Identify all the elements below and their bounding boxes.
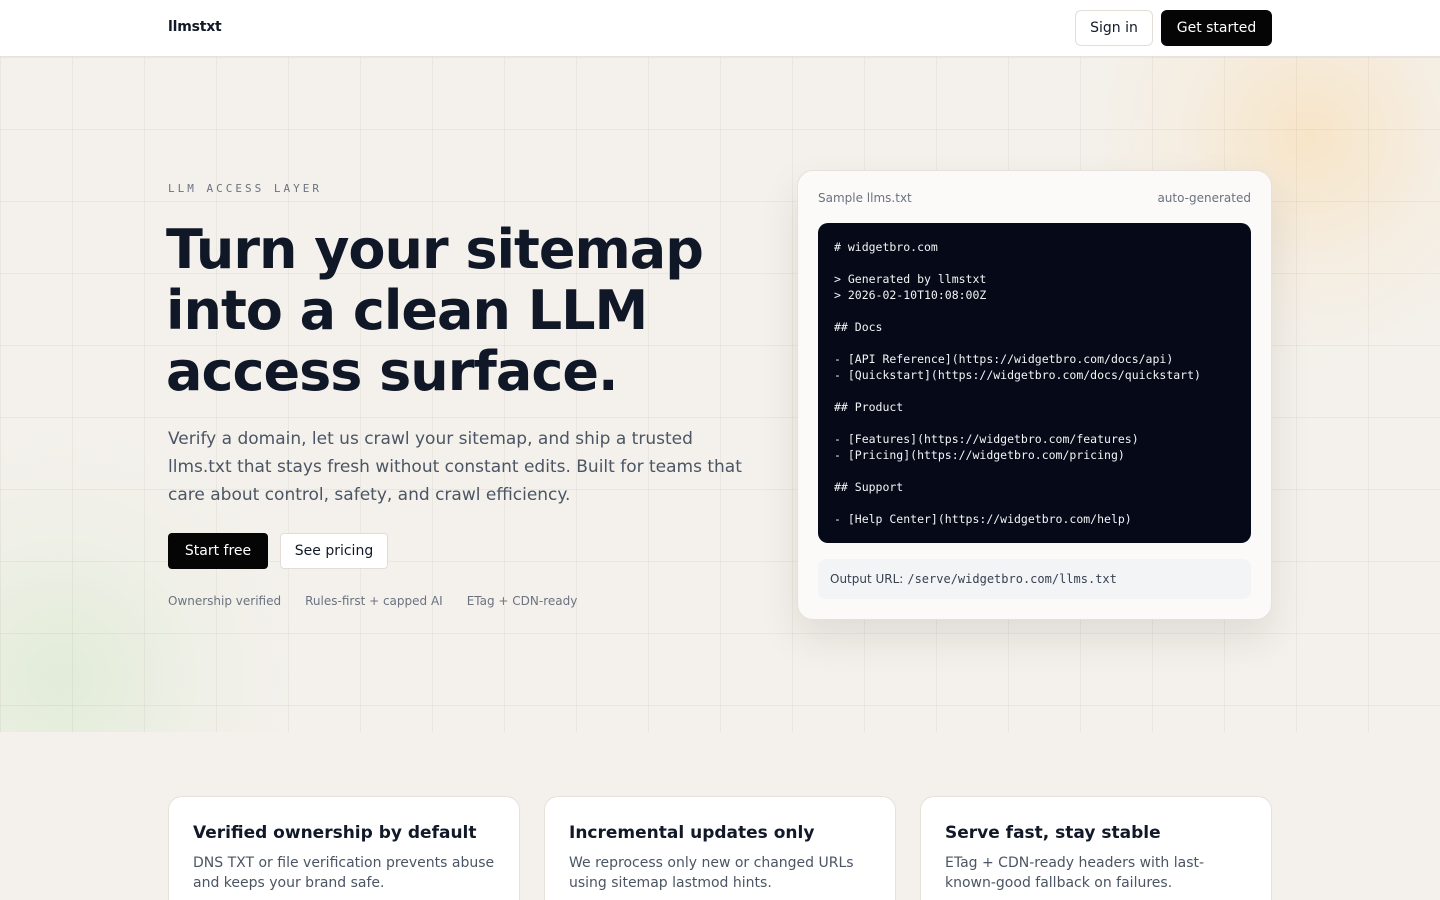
auto-generated-tag: auto-generated xyxy=(1157,191,1251,205)
hero-section: LLM ACCESS LAYER Turn your sitemap into … xyxy=(0,57,1440,732)
feature-description: ETag + CDN-ready headers with last-known… xyxy=(945,855,1205,891)
start-free-button[interactable]: Start free xyxy=(168,533,268,569)
feature-card-serve-fast: Serve fast, stay stable ETag + CDN-ready… xyxy=(920,796,1272,900)
brand-logo-link[interactable]: llmstxt xyxy=(168,19,222,35)
llms-code-block: # widgetbro.com > Generated by llmstxt >… xyxy=(818,223,1251,543)
badge-etag-cdn: ETag + CDN-ready xyxy=(466,594,578,608)
feature-title: Incremental updates only xyxy=(569,823,815,843)
feature-description: DNS TXT or file verification prevents ab… xyxy=(193,855,495,891)
sign-in-button[interactable]: Sign in xyxy=(1075,10,1153,46)
feature-card-incremental-updates: Incremental updates only We reprocess on… xyxy=(544,796,896,900)
hero-headline: Turn your sitemap into a clean LLM acces… xyxy=(166,218,704,403)
output-url-value[interactable]: /serve/widgetbro.com/llms.txt xyxy=(907,572,1117,586)
llms-code-content: # widgetbro.com > Generated by llmstxt >… xyxy=(834,240,1201,526)
sample-card-label: Sample llms.txt xyxy=(818,191,912,205)
see-pricing-button[interactable]: See pricing xyxy=(280,533,388,569)
features-section: Verified ownership by default DNS TXT or… xyxy=(168,796,1272,900)
top-navigation-bar: llmstxt Sign in Get started xyxy=(0,0,1440,57)
output-url-box: Output URL: /serve/widgetbro.com/llms.tx… xyxy=(818,559,1251,599)
trust-badges: Ownership verified Rules-first + capped … xyxy=(168,594,577,608)
feature-card-verified-ownership: Verified ownership by default DNS TXT or… xyxy=(168,796,520,900)
output-url-label: Output URL: xyxy=(830,572,904,586)
sample-llms-card: Sample llms.txt auto-generated # widgetb… xyxy=(797,170,1272,620)
feature-title: Serve fast, stay stable xyxy=(945,823,1161,843)
get-started-button[interactable]: Get started xyxy=(1161,10,1272,46)
hero-eyebrow: LLM ACCESS LAYER xyxy=(168,182,322,195)
badge-rules-first: Rules-first + capped AI xyxy=(305,594,443,608)
hero-subtext: Verify a domain, let us crawl your sitem… xyxy=(168,429,742,505)
feature-description: We reprocess only new or changed URLs us… xyxy=(569,855,854,891)
feature-title: Verified ownership by default xyxy=(193,823,477,843)
badge-ownership-verified: Ownership verified xyxy=(168,594,282,608)
